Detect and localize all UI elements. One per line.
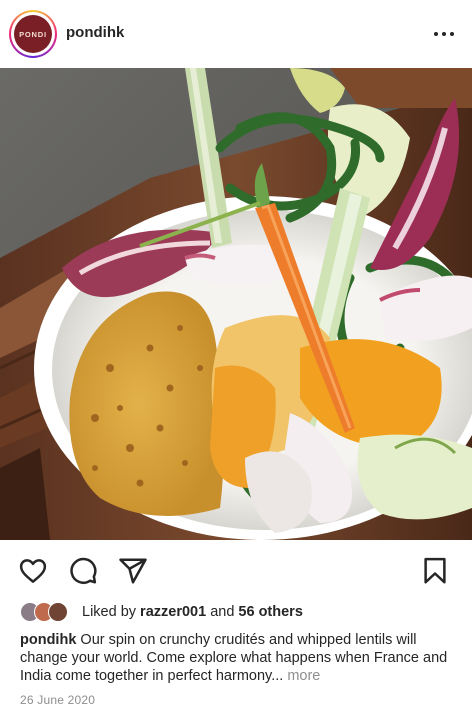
post-date: 26 June 2020 [20, 693, 96, 707]
caption-username[interactable]: pondihk [20, 632, 76, 648]
post-actions [0, 552, 472, 588]
post-photo[interactable] [0, 68, 472, 540]
food-bowl-image [0, 68, 472, 540]
liker-avatars [20, 601, 76, 623]
story-ring[interactable]: PONDI [9, 10, 57, 58]
dot [434, 32, 438, 36]
avatar-border: PONDI [11, 12, 55, 56]
post-header: PONDI pondihk [0, 0, 472, 68]
bookmark-icon[interactable] [420, 556, 450, 586]
avatar[interactable]: PONDI [14, 15, 52, 53]
username-link[interactable]: pondihk [66, 24, 124, 41]
caption-more-link[interactable]: more [287, 668, 320, 684]
comment-icon[interactable] [68, 556, 98, 586]
likes-prefix: Liked by [82, 604, 137, 620]
likes-row[interactable]: Liked by razzer001 and 56 others [20, 601, 303, 623]
caption-text: Our spin on crunchy crudités and whipped… [20, 632, 448, 684]
dot [450, 32, 454, 36]
likes-joiner: and [210, 604, 235, 620]
likes-count[interactable]: 56 others [238, 604, 302, 620]
liker-avatar [48, 602, 68, 622]
heart-icon[interactable] [18, 556, 48, 586]
likes-text: Liked by razzer001 and 56 others [82, 604, 303, 620]
post-caption: pondihk Our spin on crunchy crudités and… [20, 631, 460, 685]
share-icon[interactable] [118, 556, 148, 586]
dot [442, 32, 446, 36]
more-options-icon[interactable] [431, 24, 457, 44]
liked-by-user[interactable]: razzer001 [140, 604, 206, 620]
